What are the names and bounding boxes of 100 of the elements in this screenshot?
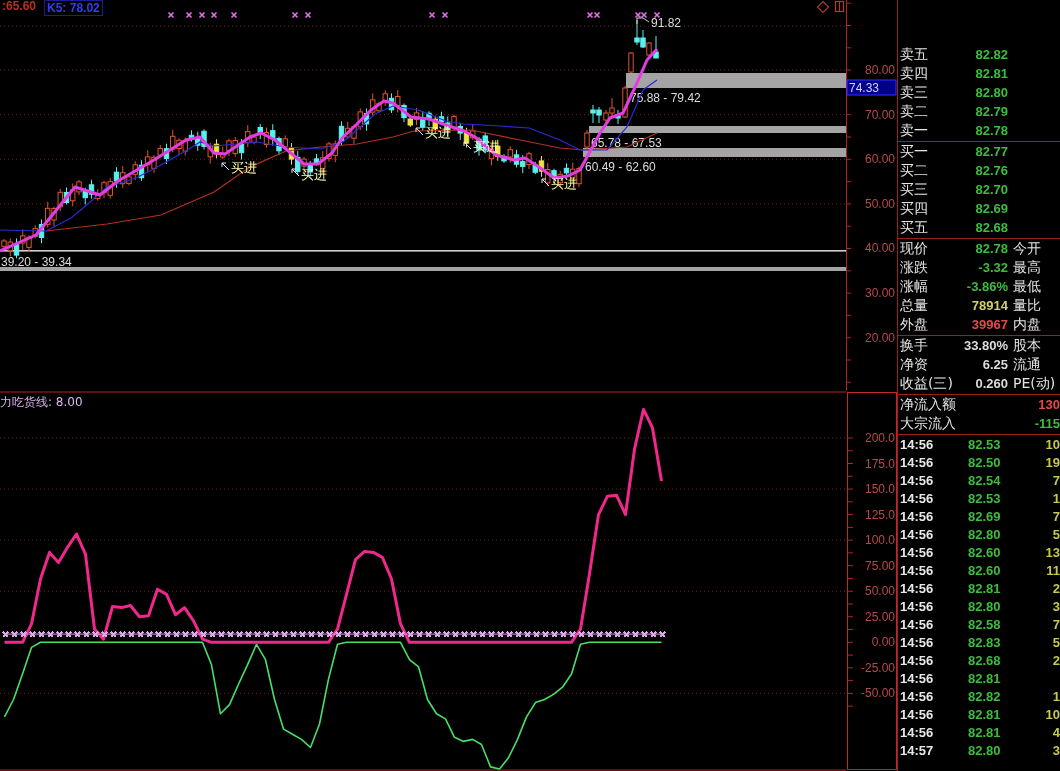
cross-marker-icon [209, 631, 216, 638]
order-price: 82.80 [974, 85, 1008, 100]
trade-volume: 5 [1051, 526, 1060, 542]
cross-marker-icon [605, 631, 612, 638]
diamond-icon[interactable] [816, 0, 830, 14]
flow-label: 大宗流入 [899, 414, 956, 433]
axis-label: 75.00 [864, 558, 895, 573]
trade-volume: 3 [1051, 742, 1060, 758]
cross-marker-icon [506, 631, 513, 638]
trade-volume: 2 [1051, 580, 1060, 596]
cross-marker-icon [101, 631, 108, 638]
arrow-icon [415, 127, 424, 136]
trade-price: 82.68 [968, 652, 1002, 668]
legend-label: :65.60 [1, 0, 38, 15]
cross-marker-icon [291, 11, 299, 19]
trade-volume: 1 [1051, 490, 1060, 506]
quote-value: 0.260 [974, 376, 1008, 391]
cross-marker-icon [641, 631, 648, 638]
signal-label: 买进 [301, 167, 327, 182]
flow-value: -115 [1034, 416, 1060, 431]
axis-label: 50.00 [864, 584, 895, 599]
cross-marker-icon [254, 631, 261, 638]
cross-marker-icon [227, 631, 234, 638]
trade-price: 82.69 [968, 508, 1002, 524]
cross-marker-icon [290, 631, 297, 638]
cross-marker-icon [587, 631, 594, 638]
trade-price: 82.81 [968, 706, 1002, 722]
trade-time: 14:56 [900, 526, 935, 542]
cross-marker-icon [198, 11, 206, 19]
cross-marker-icon [263, 631, 270, 638]
cross-marker-icon [326, 631, 333, 638]
cross-marker-icon [210, 11, 218, 19]
trade-price: 82.81 [968, 580, 1002, 596]
quote-label: 净资 [899, 355, 929, 374]
cross-marker-icon [650, 631, 657, 638]
order-level-label: 卖二 [899, 102, 929, 121]
cross-marker-icon [167, 11, 175, 19]
quote-value: 82.78 [974, 241, 1008, 256]
trade-price: 82.60 [968, 562, 1002, 578]
order-level-label: 买一 [899, 142, 929, 161]
order-level-label: 买二 [899, 161, 929, 180]
cross-marker-icon [407, 631, 414, 638]
cross-marker-icon [185, 11, 193, 19]
cross-marker-icon [65, 631, 72, 638]
trade-time: 14:56 [900, 670, 935, 686]
trade-price: 82.60 [968, 544, 1002, 560]
cross-marker-icon [335, 631, 342, 638]
quote-label: PE(动) [1012, 374, 1057, 393]
cross-marker-icon [11, 631, 18, 638]
cross-marker-icon [389, 631, 396, 638]
cross-marker-icon [632, 631, 639, 638]
trade-time: 14:56 [900, 634, 935, 650]
order-price: 82.82 [974, 47, 1008, 62]
cross-marker-icon [461, 631, 468, 638]
leader-line [636, 17, 650, 25]
quote-label: 今开 [1012, 239, 1042, 258]
trade-time: 14:56 [900, 490, 935, 506]
quote-label: 最高 [1012, 258, 1042, 277]
trade-time: 14:56 [900, 706, 935, 722]
axis-label: 0.00 [871, 635, 895, 650]
trade-time: 14:57 [900, 742, 935, 758]
trade-price: 82.50 [968, 454, 1002, 470]
cross-marker-icon [281, 631, 288, 638]
cross-marker-icon [38, 631, 45, 638]
trade-volume: 19 [1044, 454, 1060, 470]
cross-marker-icon [515, 631, 522, 638]
cross-marker-icon [362, 631, 369, 638]
cross-marker-icon [146, 631, 153, 638]
trade-time: 14:56 [900, 688, 935, 704]
cross-marker-icon [425, 631, 432, 638]
flow-value: 130 [1038, 397, 1060, 412]
trade-price: 82.53 [968, 490, 1002, 506]
cross-marker-icon [74, 631, 81, 638]
cross-marker-icon [137, 631, 144, 638]
trade-volume: 7 [1051, 508, 1060, 524]
cross-marker-icon [119, 631, 126, 638]
signal-label: 买进 [551, 176, 577, 191]
trade-volume: 13 [1044, 544, 1060, 560]
order-level-label: 卖三 [899, 83, 929, 102]
cross-marker-icon [470, 631, 477, 638]
quote-label: 涨跌 [899, 258, 929, 277]
cross-marker-icon [623, 631, 630, 638]
axis-label: 150.0 [864, 482, 895, 497]
quote-label: 总量 [899, 296, 929, 315]
order-level-label: 卖四 [899, 64, 929, 83]
quote-value: -3.32 [977, 260, 1008, 275]
cross-marker-icon [56, 631, 63, 638]
cross-marker-icon [560, 631, 567, 638]
rectangle-icon[interactable] [834, 0, 845, 13]
cross-marker-icon [164, 631, 171, 638]
quote-label: 外盘 [899, 315, 929, 334]
cross-marker-icon [659, 631, 666, 638]
cross-marker-icon [434, 631, 441, 638]
cross-marker-icon [441, 11, 449, 19]
trade-price: 82.80 [968, 742, 1002, 758]
cross-marker-icon [83, 631, 90, 638]
arrow-icon [463, 141, 472, 150]
quote-value: 6.25 [981, 357, 1008, 372]
cross-marker-icon [497, 631, 504, 638]
cross-marker-icon [428, 11, 436, 19]
